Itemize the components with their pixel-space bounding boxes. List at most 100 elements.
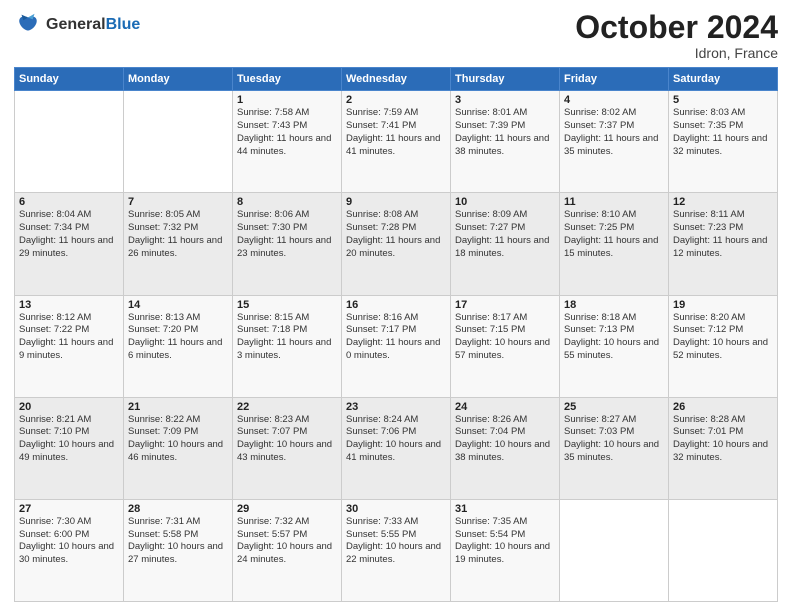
day-info-text: Sunrise: 8:23 AM <box>237 414 337 427</box>
day-info-text: Daylight: 10 hours and 43 minutes. <box>237 439 337 465</box>
day-info-text: Sunset: 7:39 PM <box>455 120 555 133</box>
day-number: 4 <box>564 94 664 106</box>
calendar-cell: 23Sunrise: 8:24 AMSunset: 7:06 PMDayligh… <box>342 397 451 499</box>
day-info-text: Sunset: 5:55 PM <box>346 529 446 542</box>
day-number: 9 <box>346 196 446 208</box>
calendar-cell: 4Sunrise: 8:02 AMSunset: 7:37 PMDaylight… <box>560 91 669 193</box>
day-info-text: Daylight: 10 hours and 35 minutes. <box>564 439 664 465</box>
calendar-cell: 3Sunrise: 8:01 AMSunset: 7:39 PMDaylight… <box>451 91 560 193</box>
day-info-text: Daylight: 11 hours and 15 minutes. <box>564 235 664 261</box>
day-info-text: Daylight: 10 hours and 49 minutes. <box>19 439 119 465</box>
calendar-cell: 14Sunrise: 8:13 AMSunset: 7:20 PMDayligh… <box>124 295 233 397</box>
calendar-cell: 10Sunrise: 8:09 AMSunset: 7:27 PMDayligh… <box>451 193 560 295</box>
day-number: 8 <box>237 196 337 208</box>
day-number: 11 <box>564 196 664 208</box>
day-number: 3 <box>455 94 555 106</box>
calendar-cell: 19Sunrise: 8:20 AMSunset: 7:12 PMDayligh… <box>669 295 778 397</box>
day-number: 15 <box>237 299 337 311</box>
day-info-text: Sunrise: 8:06 AM <box>237 209 337 222</box>
day-info-text: Sunset: 7:32 PM <box>128 222 228 235</box>
day-info-text: Sunrise: 8:08 AM <box>346 209 446 222</box>
header: GeneralBlue October 2024 Idron, France <box>14 10 778 61</box>
day-info-text: Daylight: 10 hours and 27 minutes. <box>128 541 228 567</box>
calendar-cell: 16Sunrise: 8:16 AMSunset: 7:17 PMDayligh… <box>342 295 451 397</box>
day-info-text: Sunset: 7:23 PM <box>673 222 773 235</box>
day-number: 31 <box>455 503 555 515</box>
day-info-text: Sunset: 7:25 PM <box>564 222 664 235</box>
logo: GeneralBlue <box>14 10 140 38</box>
day-info-text: Sunrise: 8:12 AM <box>19 312 119 325</box>
day-info-text: Daylight: 11 hours and 35 minutes. <box>564 133 664 159</box>
day-number: 14 <box>128 299 228 311</box>
day-info-text: Sunrise: 8:16 AM <box>346 312 446 325</box>
day-info-text: Sunrise: 8:02 AM <box>564 107 664 120</box>
day-number: 7 <box>128 196 228 208</box>
day-info-text: Daylight: 11 hours and 6 minutes. <box>128 337 228 363</box>
day-info-text: Sunrise: 8:22 AM <box>128 414 228 427</box>
day-number: 16 <box>346 299 446 311</box>
day-info-text: Sunrise: 7:30 AM <box>19 516 119 529</box>
day-info-text: Sunrise: 8:27 AM <box>564 414 664 427</box>
logo-bird-icon <box>14 10 42 38</box>
day-number: 6 <box>19 196 119 208</box>
day-info-text: Sunrise: 7:33 AM <box>346 516 446 529</box>
day-info-text: Sunset: 7:18 PM <box>237 324 337 337</box>
logo-text: GeneralBlue <box>46 14 140 34</box>
day-number: 5 <box>673 94 773 106</box>
day-info-text: Sunset: 7:15 PM <box>455 324 555 337</box>
calendar-cell <box>560 499 669 601</box>
day-info-text: Sunset: 7:10 PM <box>19 426 119 439</box>
day-info-text: Daylight: 10 hours and 30 minutes. <box>19 541 119 567</box>
day-info-text: Sunrise: 8:01 AM <box>455 107 555 120</box>
day-number: 21 <box>128 401 228 413</box>
day-of-week-sunday: Sunday <box>15 68 124 91</box>
day-number: 19 <box>673 299 773 311</box>
day-number: 29 <box>237 503 337 515</box>
day-info-text: Daylight: 10 hours and 57 minutes. <box>455 337 555 363</box>
day-number: 27 <box>19 503 119 515</box>
day-info-text: Sunset: 7:34 PM <box>19 222 119 235</box>
day-info-text: Daylight: 10 hours and 22 minutes. <box>346 541 446 567</box>
calendar-cell: 20Sunrise: 8:21 AMSunset: 7:10 PMDayligh… <box>15 397 124 499</box>
day-info-text: Daylight: 11 hours and 0 minutes. <box>346 337 446 363</box>
day-info-text: Sunrise: 8:03 AM <box>673 107 773 120</box>
calendar-cell <box>15 91 124 193</box>
day-info-text: Daylight: 11 hours and 29 minutes. <box>19 235 119 261</box>
day-info-text: Sunset: 7:12 PM <box>673 324 773 337</box>
header-right: October 2024 Idron, France <box>575 10 778 61</box>
calendar-cell: 15Sunrise: 8:15 AMSunset: 7:18 PMDayligh… <box>233 295 342 397</box>
calendar-cell <box>669 499 778 601</box>
day-info-text: Sunrise: 8:28 AM <box>673 414 773 427</box>
calendar-cell: 18Sunrise: 8:18 AMSunset: 7:13 PMDayligh… <box>560 295 669 397</box>
calendar-cell: 1Sunrise: 7:58 AMSunset: 7:43 PMDaylight… <box>233 91 342 193</box>
calendar-cell: 5Sunrise: 8:03 AMSunset: 7:35 PMDaylight… <box>669 91 778 193</box>
day-info-text: Sunrise: 8:20 AM <box>673 312 773 325</box>
day-info-text: Sunset: 7:04 PM <box>455 426 555 439</box>
day-info-text: Sunrise: 7:35 AM <box>455 516 555 529</box>
day-info-text: Daylight: 11 hours and 32 minutes. <box>673 133 773 159</box>
day-info-text: Sunrise: 8:04 AM <box>19 209 119 222</box>
calendar-cell: 6Sunrise: 8:04 AMSunset: 7:34 PMDaylight… <box>15 193 124 295</box>
day-info-text: Sunset: 7:07 PM <box>237 426 337 439</box>
day-info-text: Sunset: 7:27 PM <box>455 222 555 235</box>
day-of-week-thursday: Thursday <box>451 68 560 91</box>
calendar-cell: 8Sunrise: 8:06 AMSunset: 7:30 PMDaylight… <box>233 193 342 295</box>
day-info-text: Sunset: 7:35 PM <box>673 120 773 133</box>
day-info-text: Sunset: 7:37 PM <box>564 120 664 133</box>
calendar-week-row: 20Sunrise: 8:21 AMSunset: 7:10 PMDayligh… <box>15 397 778 499</box>
day-info-text: Sunset: 7:41 PM <box>346 120 446 133</box>
day-of-week-monday: Monday <box>124 68 233 91</box>
day-info-text: Daylight: 10 hours and 38 minutes. <box>455 439 555 465</box>
day-info-text: Daylight: 10 hours and 24 minutes. <box>237 541 337 567</box>
day-info-text: Daylight: 11 hours and 41 minutes. <box>346 133 446 159</box>
day-info-text: Daylight: 10 hours and 46 minutes. <box>128 439 228 465</box>
month-title: October 2024 <box>575 10 778 45</box>
day-number: 2 <box>346 94 446 106</box>
day-info-text: Sunrise: 7:59 AM <box>346 107 446 120</box>
day-info-text: Sunset: 7:20 PM <box>128 324 228 337</box>
day-info-text: Daylight: 10 hours and 41 minutes. <box>346 439 446 465</box>
day-number: 22 <box>237 401 337 413</box>
page: GeneralBlue October 2024 Idron, France S… <box>0 0 792 612</box>
logo-general: General <box>46 16 106 33</box>
day-info-text: Sunset: 7:22 PM <box>19 324 119 337</box>
